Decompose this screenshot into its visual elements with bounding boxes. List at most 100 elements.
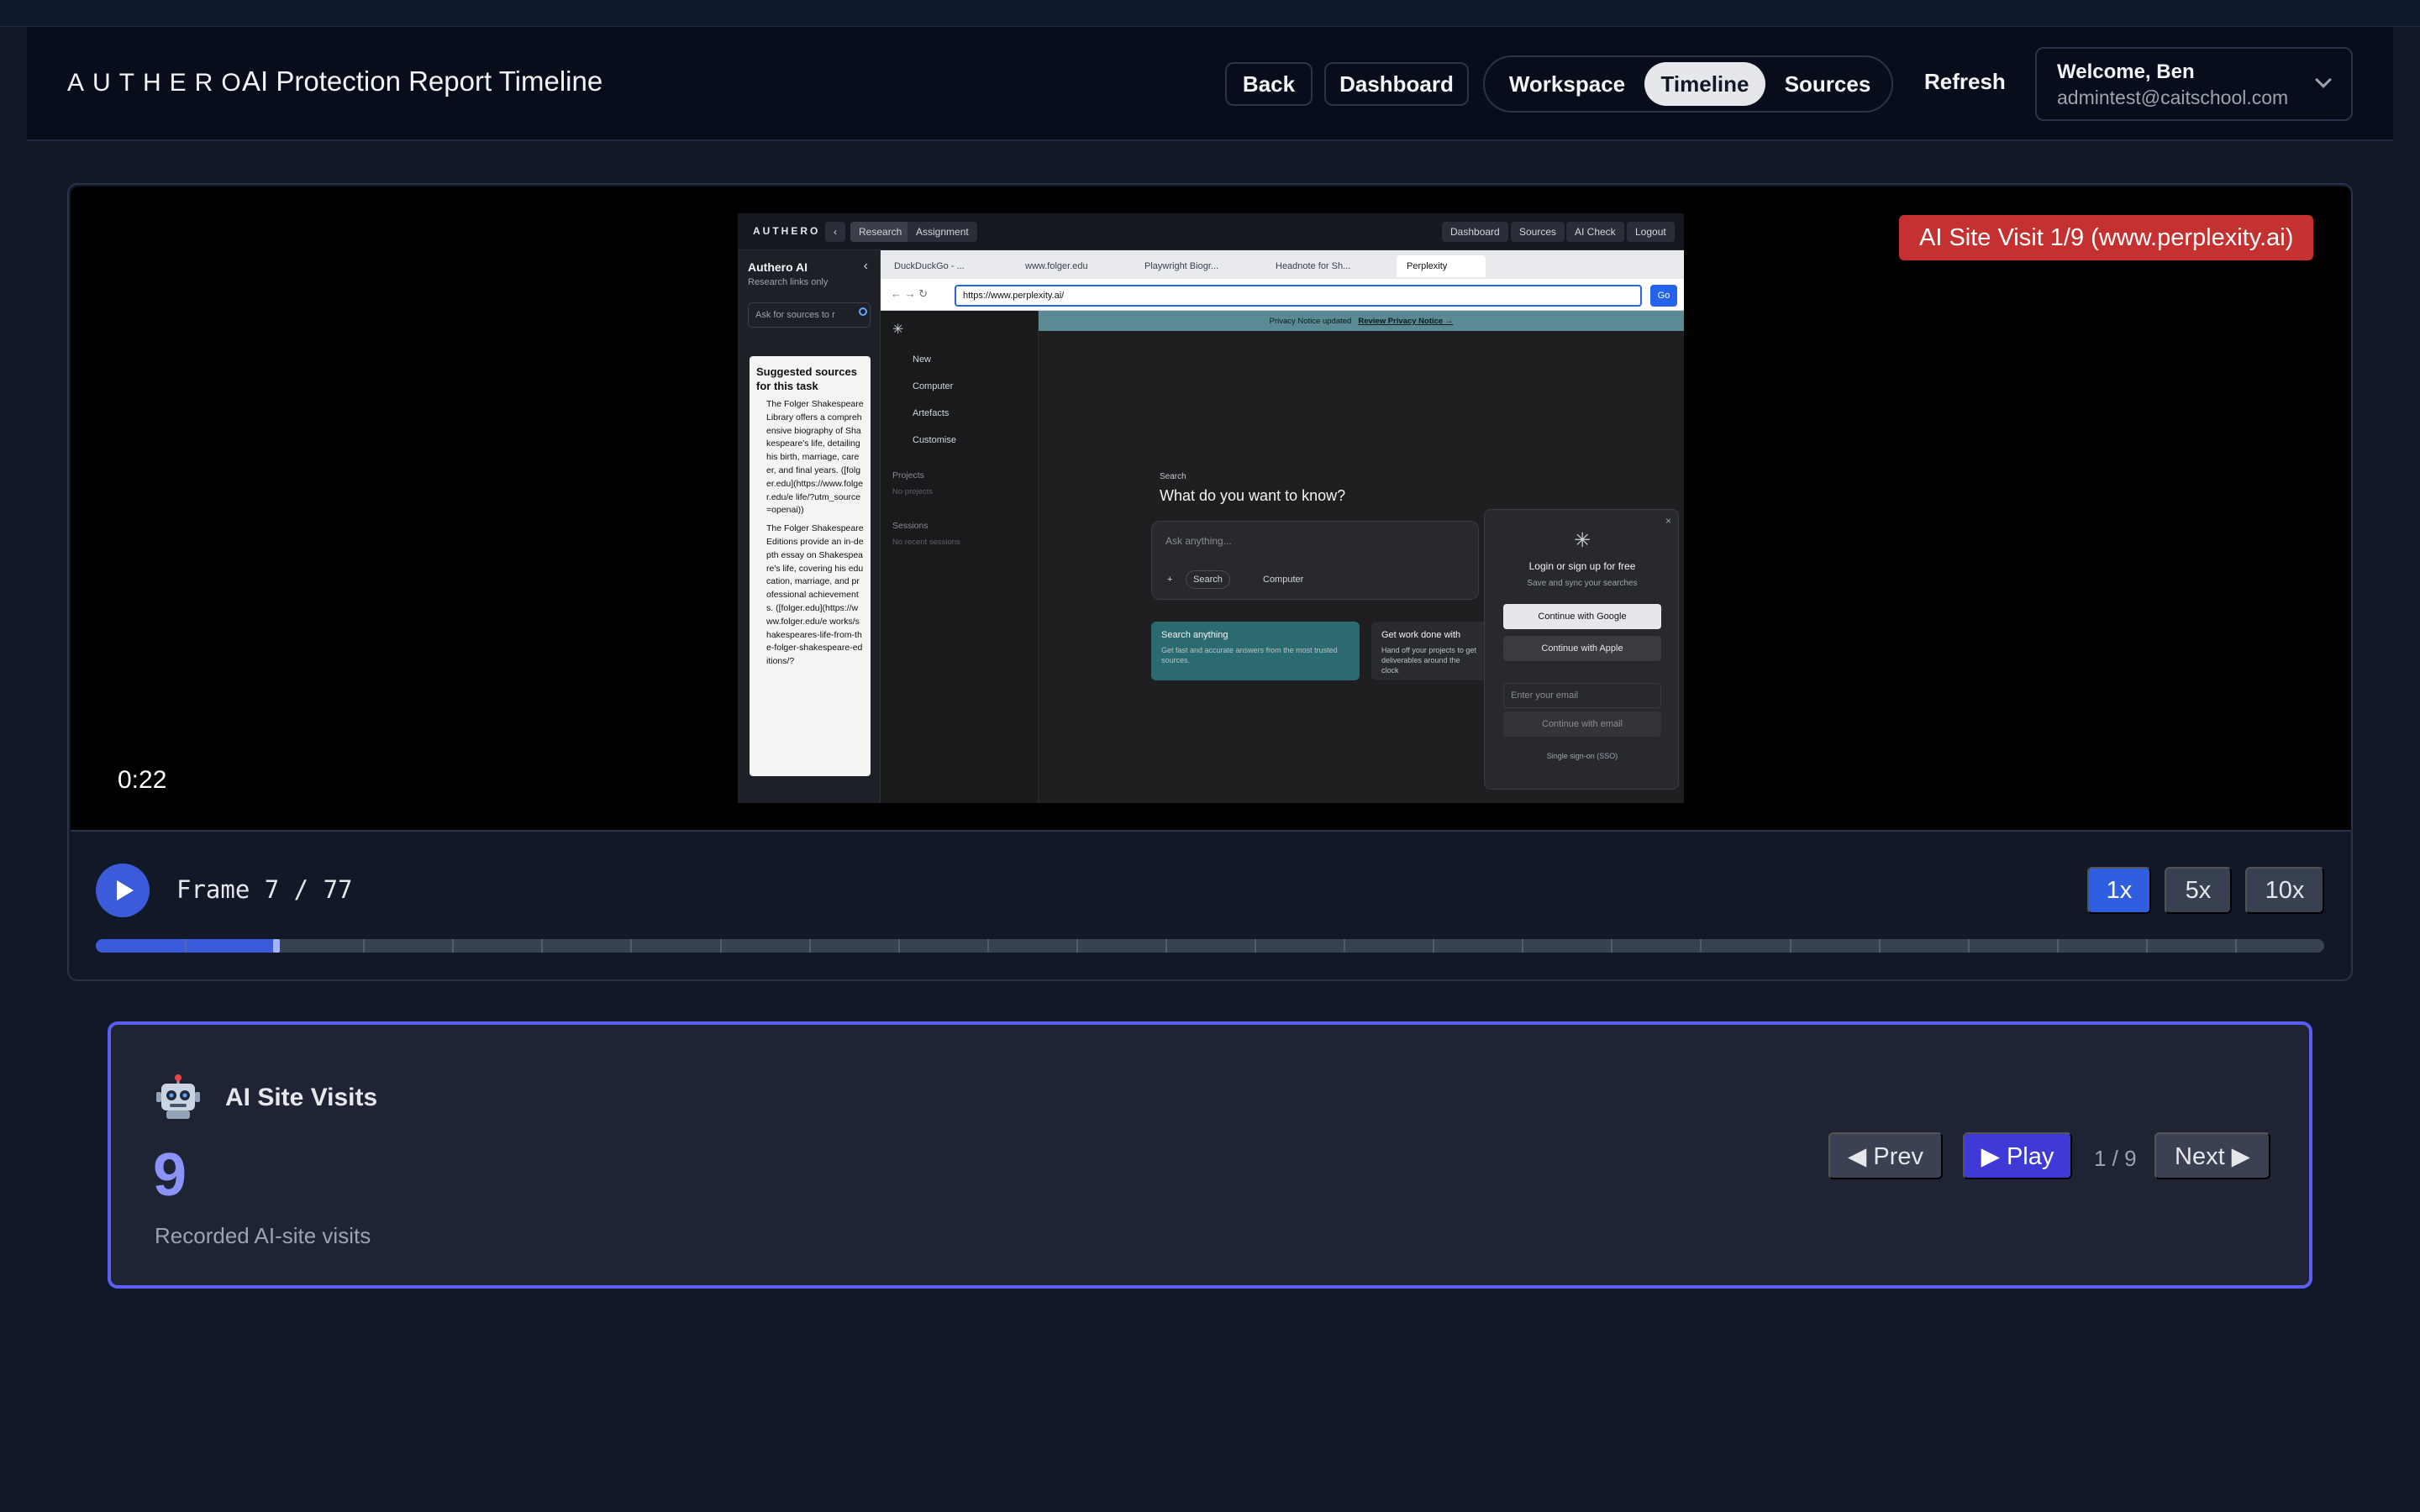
timeline-tick <box>2057 939 2059 953</box>
play-visits-button[interactable]: ▶ Play <box>1963 1132 2072 1179</box>
frame-tab: DuckDuckGo - ... <box>894 261 965 271</box>
perplexity-logo-icon: ✳ <box>892 323 904 337</box>
modal-title: Login or sign up for free <box>1528 560 1636 572</box>
tab-sources[interactable]: Sources <box>1767 62 1888 106</box>
frame-tab: www.folger.edu <box>1025 261 1088 271</box>
perplexity-nav-customise: Customise <box>913 435 956 445</box>
timeline-tick <box>1522 939 1523 953</box>
frame-sidebar-search: Ask for sources to r <box>748 302 871 328</box>
continue-email-button: Continue with email <box>1503 711 1661 737</box>
speed-1x-button[interactable]: 1x <box>2087 867 2151 914</box>
timeline-tick <box>185 939 187 953</box>
visit-page-indicator: 1 / 9 <box>2094 1146 2137 1171</box>
user-name: Welcome, Ben <box>2057 60 2195 83</box>
user-email: admintest@caitschool.com <box>2057 87 2289 108</box>
playback-controls: Frame 7 / 77 1x 5x 10x <box>69 832 2351 979</box>
panel-subtitle: Recorded AI-site visits <box>155 1223 371 1248</box>
privacy-notice-banner: Privacy Notice updated Review Privacy No… <box>1039 311 1684 331</box>
perplexity-nav-new: New <box>913 354 932 365</box>
perplexity-nav-computer: Computer <box>913 381 954 391</box>
next-button[interactable]: Next ▶ <box>2154 1132 2270 1179</box>
suggestion-search-anything: Search anything Get fast and accurate an… <box>1151 622 1360 680</box>
video-timestamp: 0:22 <box>118 766 167 794</box>
frame-chip-assignment: Assignment <box>908 222 977 242</box>
frame-chip-sources: Sources <box>1511 222 1565 242</box>
frame-chip-dashboard: Dashboard <box>1442 222 1508 242</box>
timeline-tick <box>452 939 454 953</box>
perplexity-sessions: Sessions <box>892 521 929 531</box>
page-title: AI Protection Report Timeline <box>242 66 603 97</box>
back-button[interactable]: Back <box>1225 62 1313 106</box>
suggestion-desc: Get fast and accurate answers from the m… <box>1161 646 1338 664</box>
collapse-icon: ‹ <box>863 259 868 273</box>
ai-visit-count: 9 <box>153 1142 187 1209</box>
frame-counter: Frame 7 / 77 <box>176 875 353 904</box>
timeline-tick <box>2235 939 2237 953</box>
perplexity-nav-artefacts: Artefacts <box>913 408 950 418</box>
close-icon: × <box>1665 515 1671 527</box>
suggestion-desc: Hand off your projects to get deliverabl… <box>1381 646 1476 675</box>
frame-url: https://www.perplexity.ai/ <box>955 285 1642 307</box>
frame-chip-research: Research <box>850 222 911 242</box>
modal-email-field: Enter your email <box>1503 683 1661 708</box>
perplexity-search-label: Search <box>1160 472 1186 481</box>
suggestion-title: Search anything <box>1161 630 1228 640</box>
timeline-tick <box>720 939 722 953</box>
ai-site-visit-badge: AI Site Visit 1/9 (www.perplexity.ai) <box>1899 215 2314 260</box>
prev-button[interactable]: ◀ Prev <box>1828 1132 1943 1179</box>
frame-browser-tabs: DuckDuckGo - ... www.folger.edu Playwrig… <box>881 250 1684 279</box>
frame-go-button: Go <box>1650 285 1677 307</box>
tab-timeline[interactable]: Timeline <box>1644 62 1765 106</box>
timeline-tick <box>1344 939 1345 953</box>
timeline-tick <box>1255 939 1256 953</box>
frame-chip-logout: Logout <box>1627 222 1675 242</box>
timeline-thumb[interactable] <box>273 939 280 953</box>
perplexity-projects: Projects <box>892 470 924 480</box>
frame-topbar: AUTHERO ‹ Research Assignment Dashboard … <box>738 213 1684 250</box>
timeline-tick <box>1700 939 1702 953</box>
timeline-tick <box>1076 939 1078 953</box>
frame-card-title: Suggested sources for this task <box>756 365 857 392</box>
frame-card-text-1: The Folger Shakespeare Library offers a … <box>766 399 864 516</box>
timeline-tick <box>1433 939 1434 953</box>
perplexity-logo-icon: ✳ <box>1573 529 1591 552</box>
frame-url-bar: ← → ↻ https://www.perplexity.ai/ Go <box>881 279 1684 311</box>
timeline-tick <box>541 939 543 953</box>
timeline-tick <box>809 939 811 953</box>
frame-sidebar-subtitle: Research links only <box>748 277 829 287</box>
speed-10x-button[interactable]: 10x <box>2245 867 2324 914</box>
timeline-tick <box>1611 939 1612 953</box>
play-button[interactable] <box>96 864 150 917</box>
modal-subtitle: Save and sync your searches <box>1527 579 1638 588</box>
perplexity-ask-box: Ask anything... + Search Computer <box>1151 521 1479 600</box>
user-menu[interactable]: Welcome, Ben admintest@caitschool.com <box>2035 47 2353 121</box>
timeline-tick <box>1968 939 1970 953</box>
timeline-scrubber[interactable] <box>96 939 2324 953</box>
panel-title: AI Site Visits <box>225 1084 378 1111</box>
timeline-tick <box>2146 939 2148 953</box>
perplexity-no-projects: No projects <box>892 487 934 496</box>
notice-text: Privacy Notice updated <box>1269 316 1352 326</box>
top-strip <box>0 0 2420 27</box>
ai-site-visits-panel: AI Site Visits 9 Recorded AI-site visits… <box>108 1021 2312 1289</box>
perplexity-page: ✳ New Computer Artefacts Customise Proje… <box>881 311 1684 803</box>
app-logo: AUTHERO <box>67 69 250 97</box>
frame-back-icon: ‹ <box>825 222 845 242</box>
timeline-tick <box>1879 939 1881 953</box>
video-player: AUTHERO ‹ Research Assignment Dashboard … <box>67 183 2353 981</box>
perplexity-no-sessions: No recent sessions <box>892 538 960 547</box>
frame-tab-active: Perplexity <box>1397 255 1486 277</box>
frame-sidebar-title: Authero AI <box>748 260 808 274</box>
refresh-button[interactable]: Refresh <box>1924 69 2006 95</box>
dashboard-button[interactable]: Dashboard <box>1324 62 1469 106</box>
continue-google-button: Continue with Google <box>1503 604 1661 629</box>
plus-icon: + <box>1167 575 1173 585</box>
search-icon <box>859 307 867 316</box>
speed-5x-button[interactable]: 5x <box>2165 867 2232 914</box>
perplexity-question: What do you want to know? <box>1160 487 1346 504</box>
timeline-tick <box>630 939 632 953</box>
video-viewport[interactable]: AUTHERO ‹ Research Assignment Dashboard … <box>71 186 2351 832</box>
perplexity-pill-computer: Computer <box>1263 575 1304 585</box>
login-modal: × ✳ Login or sign up for free Save and s… <box>1484 509 1679 790</box>
tab-workspace[interactable]: Workspace <box>1491 62 1643 106</box>
